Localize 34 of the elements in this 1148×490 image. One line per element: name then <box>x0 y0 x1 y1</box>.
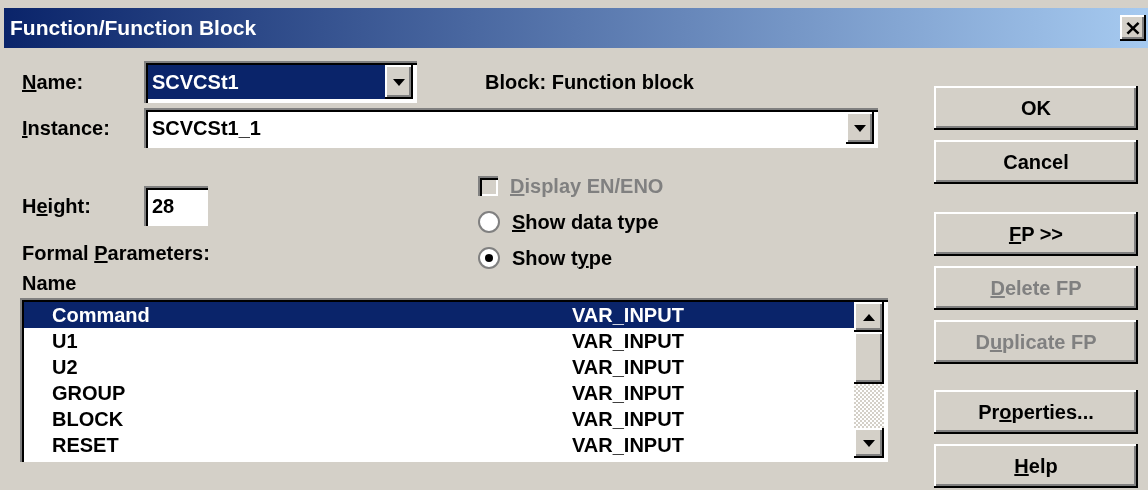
dialog-button[interactable]: OK <box>934 86 1138 130</box>
radio-button[interactable] <box>478 247 500 269</box>
name-label: Name: <box>22 70 85 94</box>
instance-combo[interactable]: SCVCSt1_1 <box>144 108 878 148</box>
instance-label: Instance: <box>22 116 111 140</box>
close-button[interactable]: × <box>1120 15 1146 41</box>
checkbox-label: Display EN/ENO <box>510 174 665 198</box>
name-combo[interactable]: SCVCSt1 <box>144 61 417 103</box>
list-row[interactable]: RESET VAR_INPUT <box>24 432 854 458</box>
radio-label: Show type <box>512 246 613 270</box>
height-field[interactable]: 28 <box>144 186 208 226</box>
dropdown-button[interactable] <box>385 65 413 99</box>
dialog-button[interactable]: Help <box>934 444 1138 488</box>
list-row[interactable]: BLOCK VAR_INPUT <box>24 406 854 432</box>
dialog-button[interactable]: FP >> <box>934 212 1138 256</box>
scroll-up-icon <box>863 313 875 321</box>
dialog-button[interactable]: Properties... <box>934 390 1138 434</box>
formal-parameters-label: Formal Parameters: <box>22 241 210 265</box>
window-title: Function/Function Block <box>9 16 257 40</box>
dialog-button[interactable]: Cancel <box>934 140 1138 184</box>
scroll-down-icon <box>863 439 875 447</box>
list-row[interactable]: U2 VAR_INPUT <box>24 354 854 380</box>
list-row[interactable]: GROUP VAR_INPUT <box>24 380 854 406</box>
list-row[interactable]: U1 VAR_INPUT <box>24 328 854 354</box>
column-header: Name <box>22 271 77 295</box>
dropdown-button[interactable] <box>846 112 874 144</box>
scrollbar[interactable] <box>854 302 884 458</box>
dropdown-icon <box>854 124 866 132</box>
radio-label: Show data type <box>512 210 660 234</box>
height-label: Height: <box>22 194 92 218</box>
radio-button[interactable] <box>478 211 500 233</box>
block-info: Block: Function block <box>485 70 694 94</box>
dropdown-icon <box>393 78 405 86</box>
list-row[interactable]: Command VAR_INPUT <box>24 302 854 328</box>
